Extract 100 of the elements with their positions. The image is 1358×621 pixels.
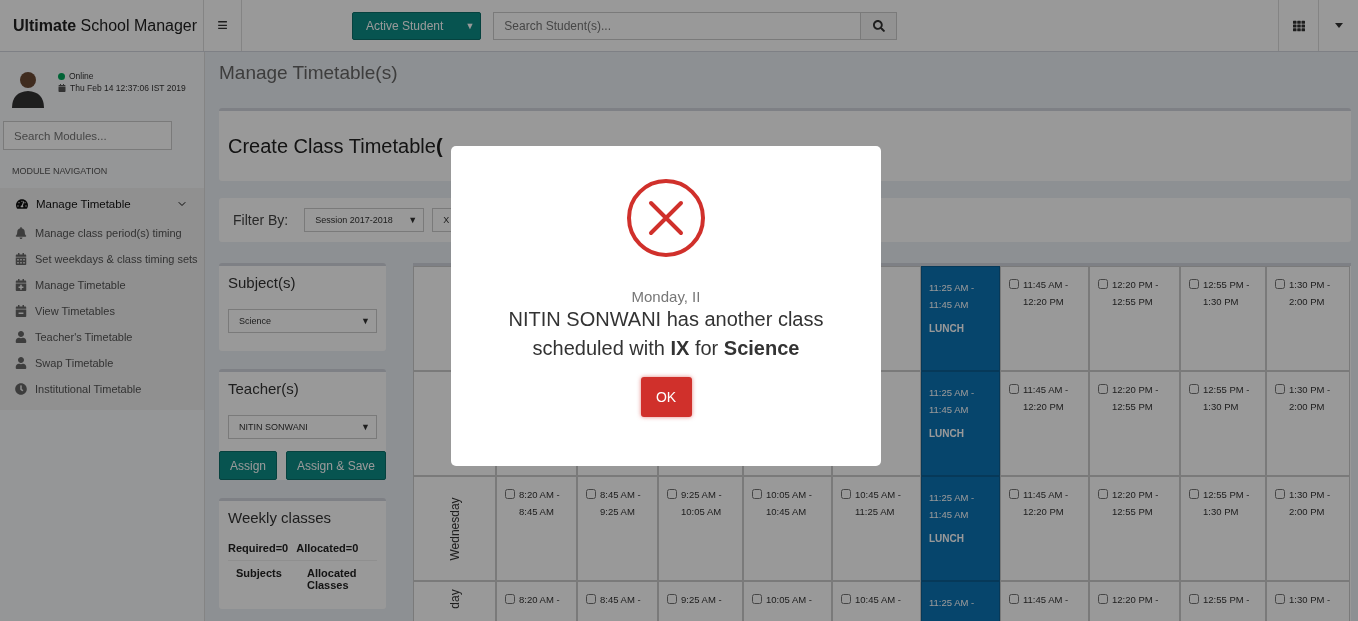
period-checkbox[interactable] xyxy=(841,594,851,604)
period-time: 11:45 AM - 12:20 PM xyxy=(1023,383,1070,414)
period-checkbox[interactable] xyxy=(1009,279,1019,289)
nav-item-icon xyxy=(15,253,27,265)
nav-item[interactable]: Manage Timetable xyxy=(0,272,204,298)
nav-group-header[interactable]: Manage Timetable xyxy=(0,196,204,220)
period-time: 1:30 PM - 2:00 PM xyxy=(1289,383,1332,414)
datetime-text: Thu Feb 14 12:37:06 IST 2019 xyxy=(70,83,186,93)
column-header: Allocated Classes xyxy=(307,567,358,591)
card-title: Create Class Timetable( xyxy=(228,134,443,158)
status-text: Online xyxy=(69,71,94,81)
allocated-count: Allocated=0 xyxy=(296,542,359,554)
subject-select[interactable]: Science ▼ xyxy=(228,309,377,333)
filter-label: Filter By: xyxy=(233,212,289,228)
nav-item[interactable]: Teacher's Timetable xyxy=(0,324,204,350)
period-checkbox[interactable] xyxy=(1009,594,1019,604)
period-checkbox[interactable] xyxy=(1189,594,1199,604)
filter-select[interactable]: Session 2017-2018 ▼ xyxy=(304,208,425,232)
menu-button[interactable]: ≡ xyxy=(204,0,242,51)
student-search-field[interactable]: Search Student(s)... xyxy=(493,11,862,40)
nav-item[interactable]: Manage class period(s) timing xyxy=(0,220,204,246)
panel-title: Teacher(s) xyxy=(228,380,300,397)
nav-item-icon xyxy=(15,305,27,317)
nav-item-icon xyxy=(15,357,27,369)
panel-title: Weekly classes xyxy=(228,509,333,526)
module-search-field[interactable]: Search Modules... xyxy=(3,121,172,150)
lunch-label: LUNCH xyxy=(929,533,965,544)
nav-item[interactable]: Institutional Timetable xyxy=(0,376,204,402)
period-time: 12:55 PM - 1:30 PM xyxy=(1203,278,1251,309)
period-checkbox[interactable] xyxy=(505,594,515,604)
period-time: 10:05 AM - xyxy=(766,593,812,607)
period-time: 8:45 AM - 9:25 AM xyxy=(600,488,642,519)
period-time: 10:05 AM - 10:45 AM xyxy=(766,488,813,519)
period-time: 9:25 AM - xyxy=(681,593,722,607)
period-checkbox[interactable] xyxy=(1189,279,1199,289)
dashboard-icon xyxy=(16,198,28,210)
period-time: 9:25 AM - 10:05 AM xyxy=(681,488,723,519)
dialog-subtitle: Monday, II xyxy=(631,288,701,305)
period-time: 8:20 AM - xyxy=(519,593,560,607)
period-time: 12:55 PM - xyxy=(1203,593,1250,607)
assign-button[interactable]: Assign xyxy=(219,451,278,480)
period-checkbox[interactable] xyxy=(667,594,677,604)
period-time: 11:45 AM - xyxy=(1023,593,1069,607)
nav-item[interactable]: Set weekdays & class timing sets xyxy=(0,246,204,272)
period-checkbox[interactable] xyxy=(586,489,596,499)
period-checkbox[interactable] xyxy=(1275,594,1285,604)
period-checkbox[interactable] xyxy=(1098,384,1108,394)
error-icon xyxy=(626,178,706,258)
period-checkbox[interactable] xyxy=(505,489,515,499)
period-checkbox[interactable] xyxy=(841,489,851,499)
nav-item-icon xyxy=(15,227,27,239)
section-heading: MODULE NAVIGATION xyxy=(11,165,109,178)
period-checkbox[interactable] xyxy=(586,594,596,604)
lunch-label: LUNCH xyxy=(929,428,965,439)
page-title: Manage Timetable(s) xyxy=(219,62,399,84)
assign-button[interactable]: Assign & Save xyxy=(285,451,386,480)
search-icon xyxy=(872,19,885,32)
dialog-message: NITIN SONWANI has another class scheduled with IX for Science xyxy=(507,307,825,361)
period-time: 8:45 AM - xyxy=(600,593,641,607)
period-checkbox[interactable] xyxy=(1009,489,1019,499)
period-checkbox[interactable] xyxy=(1275,384,1285,394)
period-time: 10:45 AM - xyxy=(855,593,901,607)
period-checkbox[interactable] xyxy=(1098,279,1108,289)
period-checkbox[interactable] xyxy=(752,489,762,499)
app-brand: Ultimate School Manager xyxy=(0,0,204,51)
period-checkbox[interactable] xyxy=(1275,279,1285,289)
period-checkbox[interactable] xyxy=(1098,489,1108,499)
period-time: 8:20 AM - 8:45 AM xyxy=(519,488,561,519)
period-time: 12:20 PM - 12:55 PM xyxy=(1112,383,1160,414)
nav-item[interactable]: Swap Timetable xyxy=(0,350,204,376)
period-time: 10:45 AM - 11:25 AM xyxy=(855,488,902,519)
lunch-time: 11:25 AM - 11:45 AM xyxy=(929,491,976,522)
nav-item-icon xyxy=(15,331,27,343)
calendar-icon xyxy=(58,84,66,92)
online-status-dot xyxy=(58,72,65,80)
period-checkbox[interactable] xyxy=(1009,384,1019,394)
panel-title: Subject(s) xyxy=(228,274,297,291)
period-time: 12:20 PM - xyxy=(1112,593,1159,607)
column-header: Subjects xyxy=(236,567,283,581)
teacher-select[interactable]: NITIN SONWANI ▼ xyxy=(228,415,377,439)
period-checkbox[interactable] xyxy=(1275,489,1285,499)
lunch-time: 11:25 AM - xyxy=(929,596,976,610)
lunch-time: 11:25 AM - 11:45 AM xyxy=(929,386,976,417)
grid-icon xyxy=(1292,19,1305,32)
period-time: 11:45 AM - 12:20 PM xyxy=(1023,278,1070,309)
nav-item[interactable]: View Timetables xyxy=(0,298,204,324)
search-button[interactable] xyxy=(861,11,898,40)
period-checkbox[interactable] xyxy=(667,489,677,499)
period-checkbox[interactable] xyxy=(1189,489,1199,499)
period-time: 12:55 PM - 1:30 PM xyxy=(1203,488,1251,519)
ok-button[interactable]: OK xyxy=(640,377,692,417)
caret-icon xyxy=(1334,23,1343,28)
weekday-label: Wednesday xyxy=(447,496,462,561)
period-checkbox[interactable] xyxy=(1189,384,1199,394)
student-filter-button[interactable]: Active Student ▼ xyxy=(352,11,482,40)
nav-item-icon xyxy=(15,383,27,395)
period-checkbox[interactable] xyxy=(752,594,762,604)
period-checkbox[interactable] xyxy=(1098,594,1108,604)
weekday-label: day xyxy=(447,589,462,609)
period-time: 12:20 PM - 12:55 PM xyxy=(1112,488,1160,519)
